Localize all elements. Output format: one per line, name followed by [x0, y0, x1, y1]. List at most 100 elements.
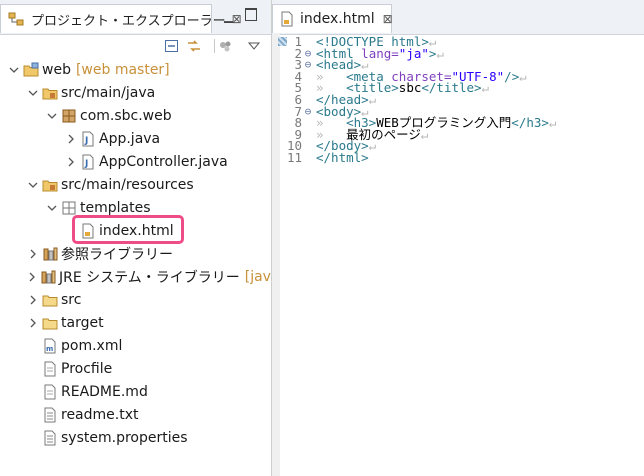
project-tree: web [web master] src/main/java com.sbc.w…: [0, 58, 294, 449]
code-token: </html>: [316, 149, 369, 165]
tree-item-src[interactable]: src: [0, 288, 271, 311]
code-token: />: [504, 68, 520, 84]
chevron-right-icon[interactable]: [65, 156, 77, 168]
tree-item-package[interactable]: com.sbc.web: [0, 104, 271, 127]
code-area[interactable]: 1 <!DOCTYPE html>↵ 2 ⊖ <html lang="ja">↵…: [284, 35, 644, 165]
code-token: </title>: [421, 80, 482, 96]
tab-index-html[interactable]: index.html ⊠: [272, 4, 393, 33]
package-icon: [61, 108, 77, 124]
tree-item-label: src: [61, 291, 82, 308]
chevron-right-icon[interactable]: [27, 248, 39, 260]
code-token: </h3>: [511, 115, 549, 131]
tree-item-label: Procfile: [61, 360, 113, 377]
tree-item-system-properties[interactable]: system.properties: [0, 426, 271, 449]
explorer-tab-bar: プロジェクト・エクスプローラー ⊠ ▁: [0, 0, 271, 35]
tree-item-label: templates: [80, 199, 151, 216]
line-number: 11: [286, 149, 302, 165]
java-file-icon: J: [80, 131, 96, 147]
tree-item-index-html[interactable]: index.html: [0, 219, 271, 242]
chevron-right-icon[interactable]: [27, 271, 37, 283]
tab-project-explorer[interactable]: プロジェクト・エクスプローラー ⊠: [0, 4, 242, 33]
tree-item-referenced-libraries[interactable]: 参照ライブラリー: [0, 242, 271, 265]
chevron-down-icon[interactable]: [27, 179, 39, 191]
tree-item-pom-xml[interactable]: m pom.xml: [0, 334, 271, 357]
tree-item-label: JRE システム・ライブラリー: [59, 269, 240, 286]
tree-item-web[interactable]: web [web master]: [0, 58, 271, 81]
close-icon[interactable]: ⊠: [383, 12, 393, 26]
collapse-all-icon[interactable]: [164, 39, 180, 53]
code-line: 11 </html>: [284, 149, 644, 165]
explorer-toolbar: [0, 34, 271, 58]
file-icon: [42, 384, 58, 400]
project-explorer-icon: [8, 11, 24, 27]
code-token: "ja": [398, 45, 429, 61]
text-file-icon: [42, 407, 58, 423]
link-with-editor-icon[interactable]: [186, 39, 202, 53]
svg-text:J: J: [84, 159, 88, 169]
eol-marker: ↵: [519, 68, 527, 84]
folder-package-icon: [61, 200, 77, 216]
tree-item-label: src/main/resources: [61, 176, 194, 193]
tree-item-label: App.java: [99, 130, 161, 147]
properties-file-icon: [42, 430, 58, 446]
explorer-tab-label: プロジェクト・エクスプローラー: [31, 13, 226, 29]
eol-marker: ↵: [548, 115, 557, 131]
html-file-icon: [279, 11, 295, 27]
chevron-down-icon[interactable]: [46, 202, 58, 214]
folder-icon: [42, 292, 58, 308]
chevron-down-icon[interactable]: [27, 87, 39, 99]
chevron-right-icon[interactable]: [27, 317, 39, 329]
source-folder-icon: [42, 85, 58, 101]
java-file-icon: J: [80, 154, 96, 170]
tree-item-readme-md[interactable]: README.md: [0, 380, 271, 403]
tree-item-label: target: [61, 314, 104, 331]
tree-item-label: README.md: [61, 383, 148, 400]
tree-item-label: index.html: [99, 222, 174, 239]
tree-item-label: com.sbc.web: [80, 107, 172, 124]
tree-item-target[interactable]: target: [0, 311, 271, 334]
project-folder-icon: [23, 62, 39, 78]
tree-item-label: pom.xml: [61, 337, 123, 354]
tree-item-src-main-java[interactable]: src/main/java: [0, 81, 271, 104]
project-explorer-panel: プロジェクト・エクスプローラー ⊠ ▁ web [web master] src…: [0, 0, 294, 476]
view-menu-icon[interactable]: [246, 39, 262, 53]
tree-item-label: AppController.java: [99, 153, 228, 170]
tree-item-appcontroller-java[interactable]: J AppController.java: [0, 150, 271, 173]
tree-item-label: src/main/java: [61, 84, 156, 101]
tree-item-src-main-resources[interactable]: src/main/resources: [0, 173, 271, 196]
xml-file-icon: m: [42, 338, 58, 354]
chevron-right-icon[interactable]: [27, 294, 39, 306]
file-icon: [42, 361, 58, 377]
git-branch-label: [web master]: [75, 61, 170, 78]
eol-marker: ↵: [368, 91, 377, 107]
chevron-down-icon[interactable]: [8, 64, 20, 76]
fold-icon[interactable]: ⊖: [302, 59, 314, 71]
tree-item-label: readme.txt: [61, 406, 139, 423]
tree-item-procfile[interactable]: Procfile: [0, 357, 271, 380]
editor-tab-bar: index.html ⊠: [272, 0, 644, 35]
chevron-right-icon[interactable]: [65, 133, 77, 145]
source-folder-icon: [42, 177, 58, 193]
editor-tab-label: index.html: [300, 11, 375, 27]
tree-item-readme-txt[interactable]: readme.txt: [0, 403, 271, 426]
tree-item-label: system.properties: [61, 429, 188, 446]
tree-item-jre-library[interactable]: JRE システム・ライブラリー [java8]: [0, 265, 294, 288]
svg-text:J: J: [84, 136, 88, 146]
editor-panel: index.html ⊠ 1 <!DOCTYPE html>↵ 2 ⊖ <htm…: [272, 0, 644, 476]
filter-icon[interactable]: [218, 39, 234, 53]
tree-item-app-java[interactable]: J App.java: [0, 127, 271, 150]
html-file-icon: [80, 223, 96, 239]
editor-gutter: [272, 34, 280, 476]
eol-marker: ↵: [436, 45, 444, 61]
eol-marker: ↵: [420, 126, 429, 142]
code-token: sbc: [398, 80, 422, 96]
minimize-icon[interactable]: ▁: [224, 9, 233, 23]
svg-text:m: m: [46, 345, 53, 353]
chevron-down-icon[interactable]: [46, 110, 58, 122]
maximize-icon[interactable]: [245, 8, 257, 21]
fold-icon[interactable]: ⊖: [302, 105, 314, 118]
eol-marker: ↵: [481, 80, 490, 96]
tree-item-templates[interactable]: templates: [0, 196, 271, 219]
tree-item-label: web: [42, 61, 71, 78]
eol-marker: ↵: [368, 138, 377, 154]
